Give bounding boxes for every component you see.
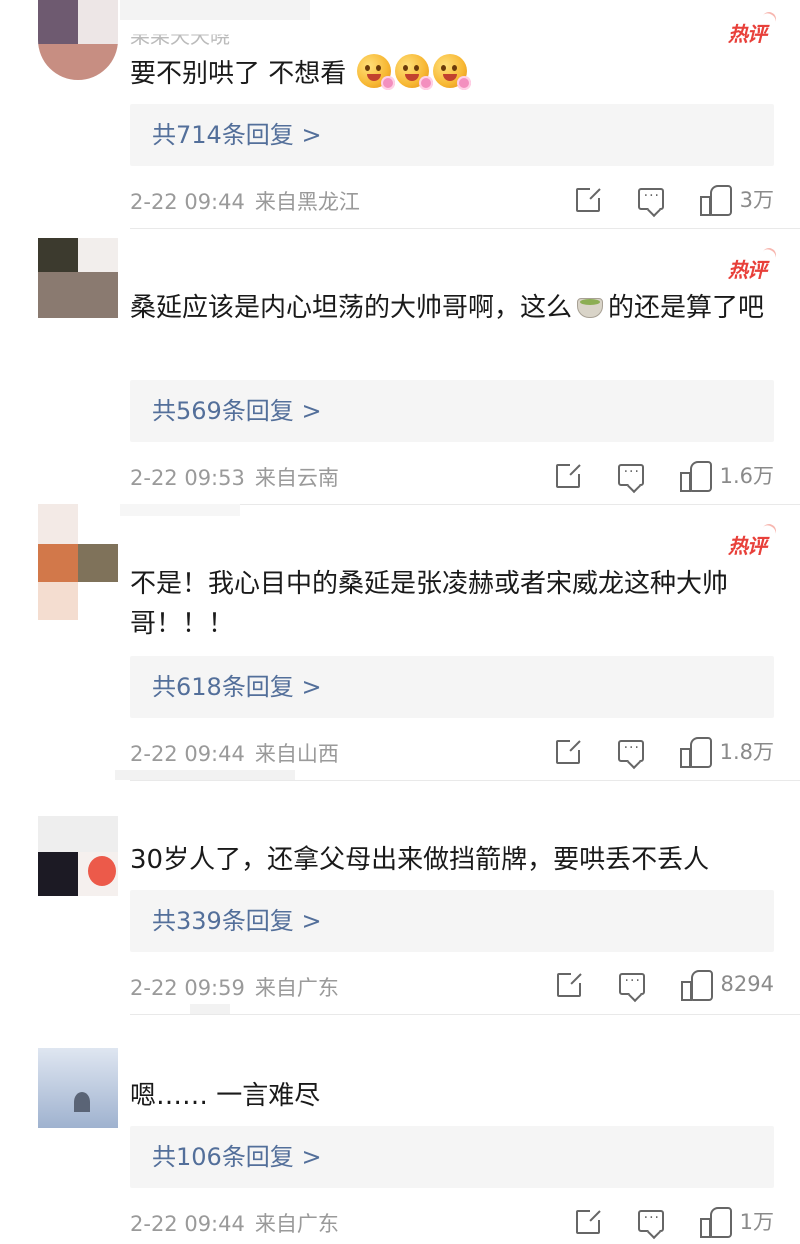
comment-icon[interactable] [637,184,664,210]
comment-time: 2-22 09:44 [130,190,245,214]
avatar[interactable] [38,816,118,896]
like-count: 1.8万 [719,740,774,764]
like-count: 1万 [739,1210,774,1234]
hot-badge-icon: 热评 [728,18,767,47]
like-icon[interactable] [679,461,712,492]
comment-text: 嗯…… 一言难尽 [130,1076,780,1116]
reply-suffix: 条回复 > [221,673,322,701]
comment-text-content: 嗯…… 一言难尽 [130,1081,321,1111]
scroll-artifact [190,1004,230,1014]
like-count: 1.6万 [719,464,774,488]
comment-text: 不是！我心目中的桑延是张凌赫或者宋威龙这种大帅哥！！！ [130,564,780,644]
comment-item: 热评 不是！我心目中的桑延是张凌赫或者宋威龙这种大帅哥！！！ 共618条回复 >… [0,504,800,780]
comment-location: 来自云南 [254,466,339,490]
comment-location: 来自广东 [254,1212,339,1236]
comment-meta: 2-22 09:59 来自广东 [130,972,339,1002]
replies-link[interactable]: 共618条回复 > [130,656,774,718]
emoji-flower-icon [394,54,433,90]
comment-text: 30岁人了，还拿父母出来做挡箭牌，要哄丢不丢人 [130,840,780,880]
share-icon[interactable] [556,971,583,997]
reply-count: 714 [176,121,222,149]
username-blur [120,504,240,516]
comment-meta: 2-22 09:44 来自广东 [130,1208,339,1238]
comment-meta: 2-22 09:53 来自云南 [130,462,339,492]
comment-text-content: 要不别哄了 不想看 [130,59,347,89]
comment-text: 要不别哄了 不想看 [130,54,780,94]
replies-link[interactable]: 共339条回复 > [130,890,774,952]
share-icon[interactable] [555,738,582,764]
comment-meta: 2-22 09:44 来自山西 [130,738,339,768]
reply-prefix: 共 [152,1143,176,1171]
comment-text-content: 不是！我心目中的桑延是张凌赫或者宋威龙这种大帅哥！！！ [130,569,729,639]
reply-prefix: 共 [152,121,176,149]
share-icon[interactable] [555,462,582,488]
comment-item: 嗯…… 一言难尽 共106条回复 > 2-22 09:44 来自广东 1万 [0,1014,800,1244]
reply-prefix: 共 [152,673,176,701]
reply-suffix: 条回复 > [221,1143,322,1171]
like-icon[interactable] [699,1207,732,1238]
emoji-flower-icon [356,54,395,90]
comment-time: 2-22 09:44 [130,1212,245,1236]
comment-text: 桑延应该是内心坦荡的大帅哥啊，这么 的还是算了吧 [130,288,780,328]
comment-text-content: 30岁人了，还拿父母出来做挡箭牌，要哄丢不丢人 [130,845,710,875]
hot-badge-icon: 热评 [728,530,767,559]
comment-time: 2-22 09:53 [130,466,245,490]
comment-time: 2-22 09:44 [130,742,245,766]
emoji-tea-icon [574,290,606,320]
comment-time: 2-22 09:59 [130,976,245,1000]
comment-actions: 1万 [546,1206,774,1238]
comment-item: 果果天天晓 热评 要不别哄了 不想看 共714条回复 > 2-22 09:44 来… [0,0,800,228]
like-count: 3万 [739,188,774,212]
like-count: 8294 [720,972,774,996]
reply-count: 618 [176,673,222,701]
comment-actions: 8294 [527,969,774,1001]
hot-badge-icon: 热评 [728,254,767,283]
like-icon[interactable] [679,737,712,768]
comment-item: 热评 桑延应该是内心坦荡的大帅哥啊，这么 的还是算了吧 共569条回复 > 2-2… [0,228,800,504]
reply-prefix: 共 [152,397,176,425]
comment-icon[interactable] [637,1206,664,1232]
reply-prefix: 共 [152,907,176,935]
comment-actions: 1.8万 [526,736,774,768]
reply-count: 339 [176,907,222,935]
replies-link[interactable]: 共714条回复 > [130,104,774,166]
comment-icon[interactable] [617,460,644,486]
like-icon[interactable] [680,970,713,1001]
comment-location: 来自黑龙江 [254,190,360,214]
comment-actions: 3万 [546,184,774,216]
reply-suffix: 条回复 > [221,397,322,425]
comment-location: 来自山西 [254,742,339,766]
comment-text-content-tail: 的还是算了吧 [608,293,765,323]
share-icon[interactable] [575,1208,602,1234]
comment-text-content: 桑延应该是内心坦荡的大帅哥啊，这么 [130,293,573,323]
scroll-artifact [115,770,295,780]
avatar[interactable] [38,1048,118,1128]
reply-suffix: 条回复 > [221,907,322,935]
comment-meta: 2-22 09:44 来自黑龙江 [130,186,360,216]
like-icon[interactable] [699,185,732,216]
username[interactable]: 果果天天晓 [130,35,230,50]
reply-suffix: 条回复 > [221,121,322,149]
comment-item: 30岁人了，还拿父母出来做挡箭牌，要哄丢不丢人 共339条回复 > 2-22 0… [0,780,800,1014]
avatar[interactable] [38,238,118,318]
username-blur [120,0,310,20]
comment-icon[interactable] [618,969,645,995]
share-icon[interactable] [575,186,602,212]
comment-location: 来自广东 [254,976,339,1000]
comment-actions: 1.6万 [526,460,774,492]
emoji-flower-icon [432,54,471,90]
reply-count: 569 [176,397,222,425]
avatar[interactable] [38,504,118,620]
comment-icon[interactable] [617,736,644,762]
avatar[interactable] [38,0,118,80]
reply-count: 106 [176,1143,222,1171]
replies-link[interactable]: 共106条回复 > [130,1126,774,1188]
replies-link[interactable]: 共569条回复 > [130,380,774,442]
